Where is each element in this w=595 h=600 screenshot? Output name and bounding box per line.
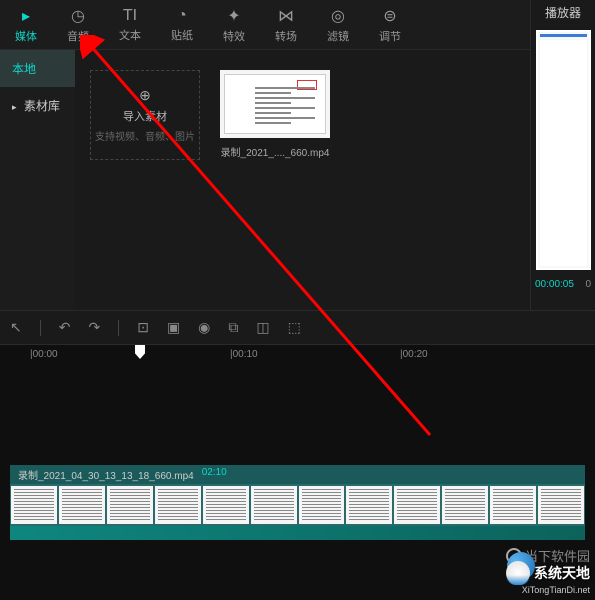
tab-label: 转场 [275, 28, 297, 44]
ruler-mark: |00:00 [30, 349, 58, 360]
tab-text[interactable]: TI 文本 [104, 0, 156, 49]
audio-track[interactable] [10, 526, 585, 540]
split-tool[interactable]: ⊡ [137, 319, 149, 336]
timeline-ruler[interactable]: |00:00 |00:10 |00:20 [0, 345, 595, 367]
track-filename: 录制_2021_04_30_13_13_18_660.mp4 [18, 467, 194, 482]
ruler-mark: |00:10 [230, 349, 258, 360]
tab-label: 媒体 [15, 28, 37, 44]
pointer-tool[interactable]: ↖ [10, 319, 22, 336]
import-title: 导入素材 [123, 108, 167, 124]
ruler-mark: |00:20 [400, 349, 428, 360]
timeline-tracks: 录制_2021_04_30_13_13_18_660.mp4 02:10 [10, 465, 585, 540]
effects-icon: ✦ [227, 6, 240, 26]
undo-button[interactable]: ↶ [59, 319, 71, 336]
tab-adjust[interactable]: ⊜ 调节 [364, 0, 416, 49]
transition-icon: ⋈ [278, 6, 294, 26]
plus-icon: ⊕ [139, 87, 151, 104]
video-track[interactable] [10, 484, 585, 526]
sidebar-item-library[interactable]: ▸ 素材库 [0, 87, 75, 124]
main-area: 本地 ▸ 素材库 ⊕ 导入素材 支持视频、音频、图片 [0, 50, 595, 310]
tab-sticker[interactable]: ◔ 贴纸 [156, 0, 208, 49]
playhead[interactable] [135, 345, 145, 359]
tab-transition[interactable]: ⋈ 转场 [260, 0, 312, 49]
track-duration: 02:10 [202, 467, 227, 482]
filter-icon: ◎ [331, 6, 345, 26]
sidebar-label: 本地 [12, 62, 36, 76]
tab-label: 滤镜 [327, 28, 349, 44]
tab-label: 文本 [119, 27, 141, 43]
total-time: 0 [585, 279, 591, 290]
current-time: 00:00:05 [535, 279, 574, 290]
sidebar-label: 素材库 [24, 99, 60, 113]
import-button[interactable]: ⊕ 导入素材 支持视频、音频、图片 [90, 70, 200, 160]
sidebar-item-local[interactable]: 本地 [0, 50, 75, 87]
media-content: ⊕ 导入素材 支持视频、音频、图片 录制_2021_...._660.mp4 [75, 50, 595, 310]
crop2-tool[interactable]: ⬚ [288, 319, 301, 336]
tab-media[interactable]: ▸ 媒体 [0, 0, 52, 49]
tab-label: 特效 [223, 28, 245, 44]
audio-icon: ◷ [71, 6, 85, 26]
media-item[interactable]: 录制_2021_...._660.mp4 [220, 70, 330, 290]
preview-viewport[interactable] [536, 30, 591, 270]
text-icon: TI [123, 7, 137, 25]
playhead-handle [135, 345, 145, 359]
tab-label: 贴纸 [171, 27, 193, 43]
media-icon: ▸ [22, 6, 30, 26]
tab-filter[interactable]: ◎ 滤镜 [312, 0, 364, 49]
tab-audio[interactable]: ◷ 音频 [52, 0, 104, 49]
time-display: 00:00:05 0 [531, 275, 595, 294]
rotate-tool[interactable]: ◫ [256, 319, 269, 336]
timeline-toolbar: ↖ ↶ ↷ ⊡ ▣ ◉ ⧉ ◫ ⬚ [0, 310, 595, 345]
preview-panel: 播放器 00:00:05 0 [530, 0, 595, 310]
preview-title: 播放器 [531, 0, 595, 25]
watermark-top-text: 当下软件园 [525, 546, 590, 565]
tab-label: 调节 [379, 28, 401, 44]
divider [118, 320, 119, 336]
track-header[interactable]: 录制_2021_04_30_13_13_18_660.mp4 02:10 [10, 465, 585, 484]
speed-tool[interactable]: ◉ [198, 319, 210, 336]
watermark-name: 系统天地 [534, 563, 590, 583]
adjust-icon: ⊜ [383, 6, 396, 26]
import-subtitle: 支持视频、音频、图片 [95, 128, 195, 143]
redo-button[interactable]: ↷ [88, 319, 100, 336]
tab-label: 音频 [67, 28, 89, 44]
media-thumbnail [220, 70, 330, 138]
mirror-tool[interactable]: ⧉ [228, 319, 238, 336]
watermark-url: XiTongTianDi.net [506, 585, 590, 595]
sticker-icon: ◔ [177, 7, 187, 25]
chevron-right-icon: ▸ [12, 102, 17, 112]
sidebar: 本地 ▸ 素材库 [0, 50, 75, 310]
watermark: 当下软件园 系统天地 XiTongTianDi.net [506, 561, 590, 595]
tab-effects[interactable]: ✦ 特效 [208, 0, 260, 49]
divider [40, 320, 41, 336]
media-filename: 录制_2021_...._660.mp4 [220, 144, 330, 159]
top-tabs: ▸ 媒体 ◷ 音频 TI 文本 ◔ 贴纸 ✦ 特效 ⋈ 转场 ◎ 滤镜 ⊜ 调节 [0, 0, 595, 50]
crop-tool[interactable]: ▣ [167, 319, 180, 336]
logo-icon [506, 561, 530, 585]
